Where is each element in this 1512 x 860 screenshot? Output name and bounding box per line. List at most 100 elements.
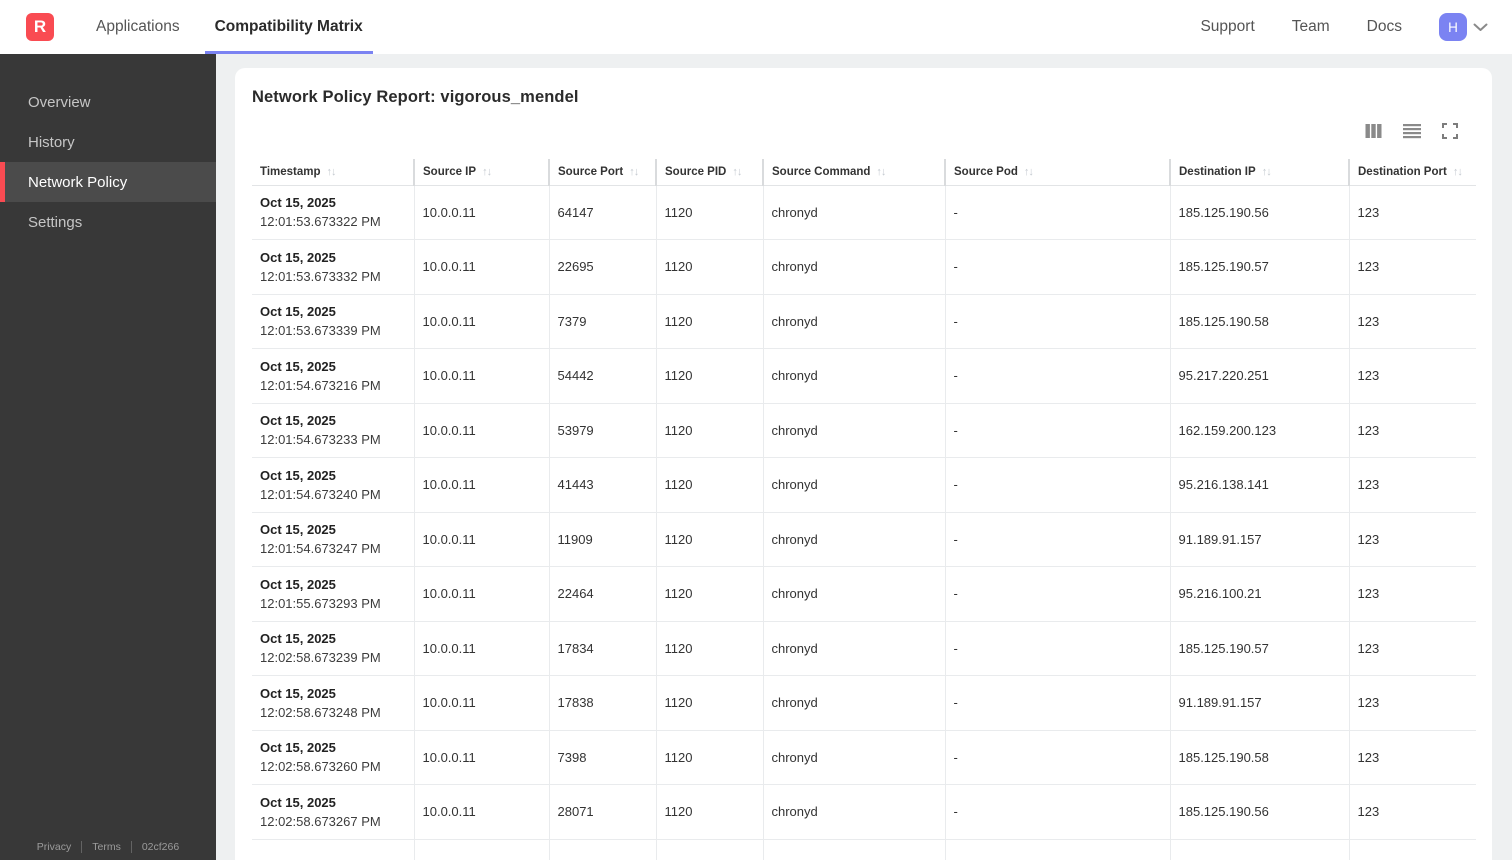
cell-destination-port: 123 bbox=[1348, 403, 1476, 458]
column-label: Destination IP bbox=[1179, 165, 1256, 178]
report-card: Network Policy Report: vigorous_mendel T… bbox=[235, 68, 1492, 860]
cell-source-pod: - bbox=[944, 457, 1170, 513]
cell-source-port: 17838 bbox=[548, 675, 656, 731]
cell-destination-port: 123 bbox=[1348, 512, 1476, 567]
table-row: Oct 15, 2025 12:01:54.673233 PM 10.0.0.11 5… bbox=[252, 403, 1476, 458]
cell-source-ip: 10.0.0.11 bbox=[413, 784, 549, 840]
cell-destination-ip: 185.125.190.57 bbox=[1169, 239, 1349, 295]
cell-source-port: 28071 bbox=[548, 784, 656, 840]
column-label: Destination Port bbox=[1358, 165, 1447, 178]
sidebar-item-history[interactable]: History bbox=[0, 122, 216, 162]
avatar-initial: H bbox=[1448, 19, 1458, 35]
timestamp-time: 12:01:54.673216 PM bbox=[260, 377, 381, 393]
cell-source-pid: 1120 bbox=[655, 457, 763, 513]
list-view-icon[interactable] bbox=[1403, 122, 1421, 140]
fullscreen-icon[interactable] bbox=[1442, 122, 1458, 140]
column-label: Timestamp bbox=[260, 165, 321, 178]
sort-icon: ↑↓ bbox=[876, 165, 886, 178]
timestamp-date: Oct 15, 2025 bbox=[260, 576, 336, 592]
main-area: Network Policy Report: vigorous_mendel T… bbox=[216, 54, 1512, 860]
timestamp-time: 12:02:58.673248 PM bbox=[260, 704, 381, 720]
column-view-icon[interactable] bbox=[1365, 122, 1382, 140]
column-header-destination-ip[interactable]: Destination IP ↑↓ bbox=[1169, 159, 1349, 186]
cell-source-pod: - bbox=[944, 348, 1170, 404]
timestamp-date: Oct 15, 2025 bbox=[260, 685, 336, 701]
table-header-row: Timestamp ↑↓ Source IP ↑↓ Source Port ↑↓ Sourc… bbox=[252, 159, 1476, 186]
cell-source-port: 64147 bbox=[548, 185, 656, 240]
timestamp-date: Oct 15, 2025 bbox=[260, 522, 336, 538]
column-header-source-command[interactable]: Source Command ↑↓ bbox=[762, 159, 945, 186]
footer-item-02cf266: 02cf266 bbox=[141, 841, 180, 853]
table-row: Oct 15, 2025 12:01:55.673293 PM 10.0.0.11 2… bbox=[252, 566, 1476, 622]
cell-source-ip: 10.0.0.11 bbox=[413, 403, 549, 458]
timestamp-date: Oct 15, 2025 bbox=[260, 249, 336, 265]
cell-destination-ip: 91.189.91.157 bbox=[1169, 512, 1349, 567]
cell-source-pid: 1120 bbox=[655, 348, 763, 404]
column-label: Source Port bbox=[558, 165, 624, 178]
table-row: Oct 15, 2025 12:02:58.673267 PM 10.0.0.11 2… bbox=[252, 784, 1476, 840]
cell-source-command: chronyd bbox=[762, 457, 945, 513]
sidebar-item-network-policy[interactable]: Network Policy bbox=[0, 162, 216, 202]
nav-link-docs[interactable]: Docs bbox=[1367, 18, 1402, 36]
chevron-down-icon[interactable] bbox=[1473, 23, 1488, 32]
sort-icon: ↑↓ bbox=[1261, 165, 1272, 178]
nav-right: Support Team Docs H bbox=[1200, 0, 1512, 54]
network-policy-table: Timestamp ↑↓ Source IP ↑↓ Source Port ↑↓ Sourc… bbox=[252, 159, 1476, 860]
user-menu[interactable]: H bbox=[1439, 13, 1488, 41]
timestamp-time: 12:01:55.673293 PM bbox=[260, 595, 381, 611]
table-row: Oct 15, 2025 12:01:53.673332 PM 10.0.0.11 2… bbox=[252, 239, 1476, 295]
cell-source-command: chronyd bbox=[762, 185, 945, 240]
tab-applications[interactable]: Applications bbox=[86, 0, 190, 54]
cell-source-pid: 1120 bbox=[655, 784, 763, 840]
cell-destination-ip: 91.189.91.157 bbox=[1169, 675, 1349, 731]
avatar[interactable]: H bbox=[1439, 13, 1467, 41]
column-header-destination-port[interactable]: Destination Port ↑↓ bbox=[1348, 159, 1476, 186]
cell-destination-port: 123 bbox=[1348, 348, 1476, 404]
cell-source-pod: - bbox=[944, 294, 1170, 349]
sort-icon: ↑↓ bbox=[629, 165, 639, 178]
cell-destination-port: 123 bbox=[1348, 675, 1476, 731]
cell-timestamp: Oct 15, 2025 12:01:53.673339 PM bbox=[252, 294, 414, 349]
timestamp-date: Oct 15, 2025 bbox=[260, 304, 336, 320]
cell-source-command: chronyd bbox=[762, 294, 945, 349]
table-row: Oct 15, 2025 bbox=[252, 839, 1476, 860]
column-header-source-port[interactable]: Source Port ↑↓ bbox=[548, 159, 656, 186]
cell-source-ip: 10.0.0.11 bbox=[413, 239, 549, 295]
nav-link-team[interactable]: Team bbox=[1292, 18, 1330, 36]
cell-destination-port: 123 bbox=[1348, 239, 1476, 295]
tab-compatibility-matrix[interactable]: Compatibility Matrix bbox=[205, 0, 373, 54]
timestamp-time: 12:01:53.673332 PM bbox=[260, 268, 381, 284]
timestamp-time: 12:01:54.673240 PM bbox=[260, 486, 381, 502]
column-label: Source Command bbox=[772, 165, 871, 178]
column-header-timestamp[interactable]: Timestamp ↑↓ bbox=[252, 159, 414, 186]
cell-destination-ip: 185.125.190.56 bbox=[1169, 185, 1349, 240]
cell-source-pid: 1120 bbox=[655, 239, 763, 295]
cell-destination-ip: 185.125.190.57 bbox=[1169, 621, 1349, 676]
cell-timestamp: Oct 15, 2025 12:01:53.673332 PM bbox=[252, 239, 414, 295]
cell-destination-port: 123 bbox=[1348, 730, 1476, 785]
column-header-source-pod[interactable]: Source Pod ↑↓ bbox=[944, 159, 1170, 186]
sidebar-item-settings[interactable]: Settings bbox=[0, 202, 216, 242]
column-header-source-pid[interactable]: Source PID ↑↓ bbox=[655, 159, 763, 186]
cell-destination-port: 123 bbox=[1348, 294, 1476, 349]
cell-timestamp: Oct 15, 2025 12:01:53.673322 PM bbox=[252, 185, 414, 240]
nav-link-support[interactable]: Support bbox=[1200, 18, 1254, 36]
footer-item-privacy[interactable]: Privacy bbox=[37, 841, 71, 853]
network-policy-table-wrap: Timestamp ↑↓ Source IP ↑↓ Source Port ↑↓ Sourc… bbox=[252, 159, 1476, 860]
table-row: Oct 15, 2025 12:01:53.673322 PM 10.0.0.11 6… bbox=[252, 185, 1476, 240]
column-header-source-ip[interactable]: Source IP ↑↓ bbox=[413, 159, 549, 186]
cell-source-pod: - bbox=[944, 675, 1170, 731]
cell-source-port: 22695 bbox=[548, 239, 656, 295]
timestamp-date: Oct 15, 2025 bbox=[260, 195, 336, 211]
cell-source-command: chronyd bbox=[762, 621, 945, 676]
sidebar-item-overview[interactable]: Overview bbox=[0, 82, 216, 122]
table-row: Oct 15, 2025 12:01:54.673247 PM 10.0.0.11 1… bbox=[252, 512, 1476, 567]
cell-source-pid: 1120 bbox=[655, 675, 763, 731]
footer-item-terms[interactable]: Terms bbox=[92, 841, 121, 853]
cell-source-command: chronyd bbox=[762, 566, 945, 622]
app-logo[interactable]: R bbox=[26, 13, 54, 41]
cell-timestamp: Oct 15, 2025 12:01:54.673216 PM bbox=[252, 348, 414, 404]
cell-timestamp: Oct 15, 2025 bbox=[252, 839, 414, 860]
cell-source-command: chronyd bbox=[762, 512, 945, 567]
cell-source-ip: 10.0.0.11 bbox=[413, 730, 549, 785]
